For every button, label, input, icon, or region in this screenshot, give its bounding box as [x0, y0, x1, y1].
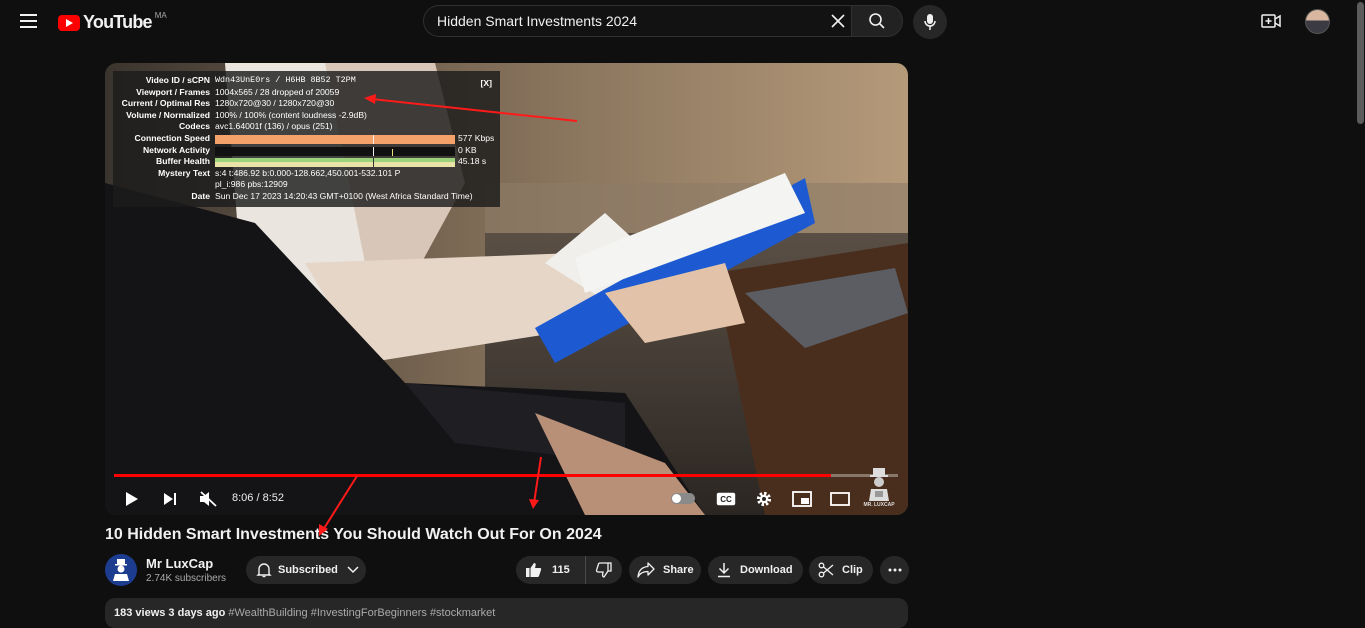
youtube-play-logo-icon — [58, 14, 80, 31]
clip-label: Clip — [842, 564, 863, 576]
next-icon — [164, 493, 176, 505]
stat-label: Video ID / sCPN — [145, 75, 210, 85]
download-button[interactable]: Download — [708, 556, 803, 584]
stat-value: avc1.64001f (136) / opus (251) — [215, 121, 333, 132]
network-activity-bar — [215, 146, 455, 156]
muted-icon — [200, 491, 217, 507]
channel-avatar[interactable] — [105, 554, 137, 586]
subscribed-button[interactable]: Subscribed — [246, 556, 366, 584]
channel-logo-icon — [113, 559, 129, 581]
stat-label: Current / Optimal Res — [121, 98, 210, 109]
subtitles-icon: CC — [716, 492, 736, 506]
bell-icon — [256, 563, 272, 578]
stat-label: Volume / Normalized — [126, 109, 210, 120]
mute-button[interactable] — [195, 483, 221, 515]
settings-button[interactable] — [751, 483, 777, 515]
more-actions-button[interactable] — [880, 556, 909, 584]
search-icon — [869, 13, 885, 29]
play-button[interactable] — [119, 483, 145, 515]
next-button[interactable] — [157, 483, 183, 515]
share-icon — [637, 562, 655, 578]
stat-label: Mystery Text — [158, 167, 210, 178]
connection-speed-fill — [215, 135, 455, 144]
share-label: Share — [663, 564, 694, 576]
country-code: MA — [154, 11, 167, 20]
stat-value: Wdn43UnE0rs / H6HB 8B52 T2PM — [215, 75, 356, 85]
account-avatar[interactable] — [1305, 9, 1330, 34]
view-count-and-date: 183 views 3 days ago — [114, 607, 226, 619]
stat-label: Buffer Health — [156, 156, 210, 167]
play-icon — [126, 492, 138, 506]
dislike-button[interactable] — [586, 556, 621, 584]
clip-button[interactable]: Clip — [809, 556, 873, 584]
channel-name[interactable]: Mr LuxCap — [146, 556, 213, 571]
progress-played — [114, 474, 831, 477]
autoplay-toggle[interactable] — [671, 493, 695, 504]
stat-value: Sun Dec 17 2023 14:20:43 GMT+0100 (West … — [215, 191, 473, 201]
bar-marker — [392, 148, 393, 156]
logo-text: YouTube — [83, 12, 153, 32]
like-count: 115 — [552, 564, 570, 576]
stat-value: 1004x565 / 28 dropped of 20059 — [215, 86, 340, 97]
bar-marker — [373, 135, 374, 144]
page-scrollbar-thumb[interactable] — [1357, 2, 1364, 124]
stats-for-nerds-panel: [X] Video ID / sCPN Wdn43UnE0rs / H6HB 8B… — [113, 71, 500, 207]
buffer-health-fill — [215, 162, 455, 168]
stat-value: s:4 t:486.92 b:0.000-128.662,450.001-532… — [215, 167, 401, 178]
progress-bar[interactable] — [114, 474, 898, 477]
mic-icon — [924, 14, 936, 30]
stat-value: 0 KB — [458, 144, 477, 155]
clear-icon[interactable] — [829, 12, 847, 30]
subtitles-button[interactable]: CC — [713, 483, 739, 515]
stat-label: Date — [191, 191, 210, 201]
stat-value: 1280x720@30 / 1280x720@30 — [215, 98, 335, 109]
bar-marker — [373, 146, 374, 156]
like-button[interactable]: 115 — [516, 556, 586, 584]
buffer-health-bar — [215, 158, 455, 168]
stat-value: pl_i:986 pbs:12909 — [215, 179, 288, 190]
stat-label: Network Activity — [142, 144, 210, 155]
subscriber-count: 2.74K subscribers — [146, 573, 227, 584]
chevron-down-icon — [347, 566, 359, 574]
like-dislike-group: 115 — [516, 556, 622, 584]
stat-value: 45.18 s — [458, 156, 487, 167]
stat-label: Viewport / Frames — [136, 86, 210, 97]
stat-value: 100% / 100% (content loudness -2.9dB) — [215, 109, 367, 120]
description-box[interactable]: 183 views 3 days ago #WealthBuilding #In… — [105, 598, 908, 628]
search-input[interactable] — [424, 6, 817, 36]
cc-label: CC — [720, 495, 732, 504]
video-title: 10 Hidden Smart Investments You Should W… — [105, 526, 602, 543]
stat-label: Connection Speed — [134, 133, 210, 143]
search-button[interactable] — [851, 5, 903, 37]
miniplayer-icon — [792, 491, 812, 507]
stat-value: 577 Kbps — [458, 133, 495, 143]
miniplayer-button[interactable] — [789, 483, 815, 515]
share-button[interactable]: Share — [629, 556, 701, 584]
time-display: 8:06 / 8:52 — [232, 492, 284, 504]
download-label: Download — [740, 564, 793, 576]
player-controls: 8:06 / 8:52 CC — [105, 483, 908, 515]
theater-icon — [830, 492, 850, 506]
more-horizontal-icon — [888, 568, 901, 572]
thumbs-up-icon — [526, 563, 542, 577]
voice-search-button[interactable] — [913, 5, 947, 39]
bar-marker — [373, 158, 374, 168]
subscribed-label: Subscribed — [278, 564, 338, 576]
create-video-icon[interactable] — [1261, 12, 1281, 35]
connection-speed-bar — [215, 135, 455, 144]
youtube-logo[interactable]: YouTube MA — [58, 11, 167, 33]
thumbs-down-icon — [595, 562, 612, 578]
search-box[interactable] — [423, 5, 852, 37]
hashtags[interactable]: #WealthBuilding #InvestingForBeginners #… — [228, 607, 495, 619]
stat-label: Codecs — [178, 121, 210, 132]
scissors-icon — [818, 562, 834, 578]
theater-mode-button[interactable] — [827, 483, 853, 515]
video-player[interactable]: [X] Video ID / sCPN Wdn43UnE0rs / H6HB 8B… — [105, 63, 908, 515]
download-icon — [718, 563, 730, 578]
settings-icon — [756, 491, 772, 507]
menu-icon[interactable] — [20, 14, 37, 28]
